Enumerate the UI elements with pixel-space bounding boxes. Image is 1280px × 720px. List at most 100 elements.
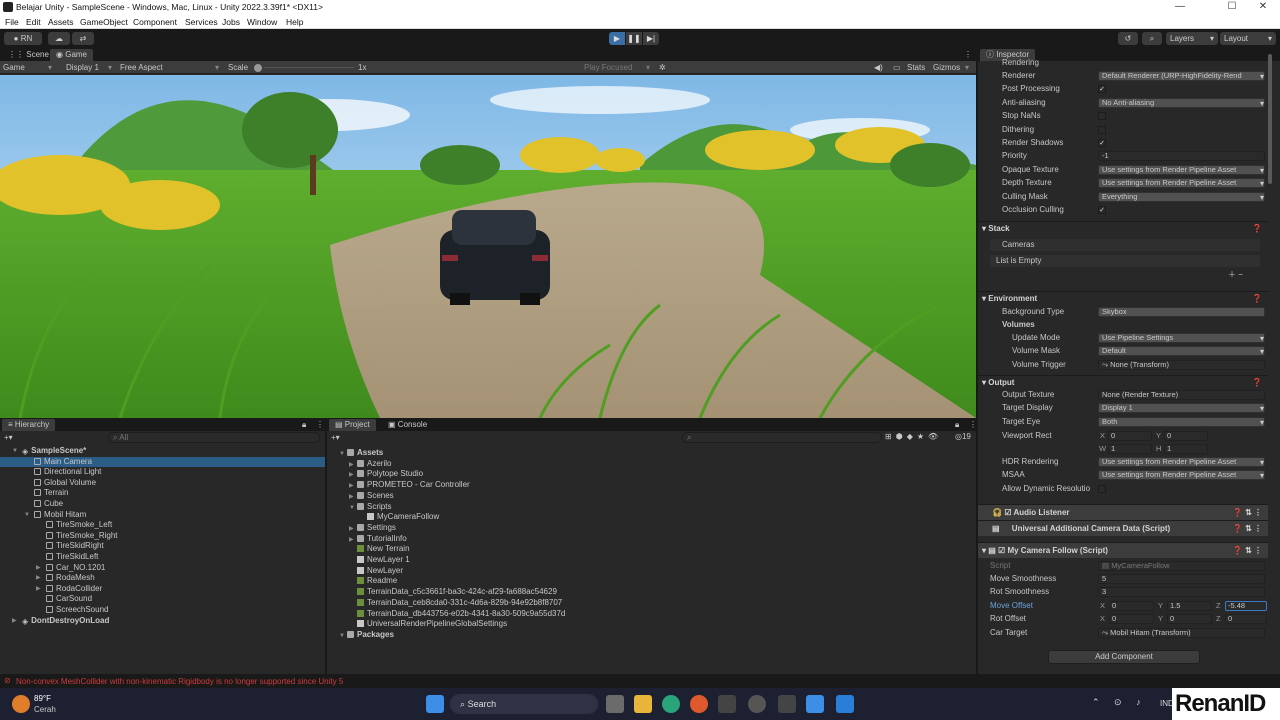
enabled-checkbox[interactable]: ☑ [998,546,1005,555]
search-button[interactable]: ⌕ [1142,32,1162,45]
move-offset-y-field[interactable]: 1.5 [1167,601,1212,611]
hierarchy-row[interactable]: ▼ Mobil Hitam [0,510,325,521]
stats-button[interactable]: Stats [907,63,925,72]
collapsed-arrow-icon[interactable]: ▶ [36,584,44,595]
file-explorer-icon[interactable] [634,695,652,713]
collapsed-arrow-icon[interactable]: ▶ [36,563,44,574]
hierarchy-row[interactable]: Cube [0,499,325,510]
minimize-button[interactable]: — [1160,1,1200,12]
hierarchy-row[interactable]: ▶ RodaCollider [0,584,325,595]
rot-offset-x-field[interactable]: 0 [1109,614,1154,624]
project-row[interactable]: ▼ Scripts [327,502,687,513]
project-row[interactable]: MyCameraFollow [327,512,687,523]
menu-assets[interactable]: Assets [48,17,74,27]
checkbox[interactable] [1098,112,1106,121]
project-row[interactable]: NewLayer [327,566,687,577]
dropdown[interactable]: Default Renderer (URP-HighFidelity-Rend [1098,71,1265,81]
dropdown[interactable]: Everything [1098,191,1265,202]
project-row[interactable]: ▼ Assets [327,448,687,459]
game-viewport[interactable] [0,75,976,418]
scale-slider-track[interactable] [264,67,354,68]
checkbox[interactable]: ✓ [1098,85,1106,94]
help-icon[interactable]: ❓ [1252,222,1262,236]
dropdown[interactable]: Display 1 [1098,403,1265,414]
tab-game[interactable]: ◉ Game [50,49,94,61]
help-icon[interactable]: ❓ [1252,376,1262,390]
windows-start-icon[interactable] [426,695,444,713]
project-search-input[interactable]: ⌕ [682,432,882,443]
project-row[interactable]: ▶ PROMETEO - Car Controller [327,480,687,491]
aspect-dropdown[interactable]: Free Aspect [120,63,163,72]
inspector-scrollbar[interactable] [1268,54,1272,184]
project-filter-icons[interactable]: ⊞⬢◆★👁 [885,432,942,443]
firefox-icon[interactable] [690,695,708,713]
hierarchy-row[interactable]: CarSound [0,594,325,605]
component-menu-icons[interactable]: ❓ ⇅ ⋮ [1233,521,1262,537]
step-button[interactable]: ▶| [643,32,659,45]
field[interactable]: -1 [1098,151,1265,162]
task-view-icon[interactable] [606,695,624,713]
environment-header[interactable]: ▾ Environment ❓ [978,291,1268,305]
dropdown[interactable]: Use settings from Render Pipeline Asset [1098,164,1265,175]
rot-offset-y-field[interactable]: 0 [1167,614,1212,624]
display-dropdown[interactable]: Display 1 [66,63,99,72]
output-header[interactable]: ▾ Output ❓ [978,375,1268,389]
pause-button[interactable]: ❚❚ [626,32,642,45]
audio-mute-icon[interactable]: ◀) [874,63,883,72]
rendering-header[interactable]: Rendering [978,57,1268,69]
create-asset-button[interactable]: +▾ [331,433,340,444]
expanded-arrow-icon[interactable]: ▼ [24,510,32,521]
tab-scene[interactable]: ⋮⋮ Scene [2,49,55,61]
hierarchy-row[interactable]: TireSkidRight [0,541,325,552]
stack-header[interactable]: ▾ Stack ❓ [978,221,1268,235]
checkbox[interactable]: ✓ [1098,139,1106,147]
checkbox[interactable]: ✓ [1098,206,1106,214]
dropdown[interactable]: No Anti-aliasing [1098,97,1265,108]
add-object-button[interactable]: +▾ [4,433,13,444]
menu-file[interactable]: File [5,17,19,27]
hierarchy-row[interactable]: ▶ ◈ DontDestroyOnLoad [0,616,325,627]
menu-services[interactable]: Services [185,17,218,27]
weather-icon[interactable] [12,695,30,713]
dropdown[interactable]: Use Pipeline Settings [1098,333,1265,343]
play-focused-dropdown[interactable]: Play Focused [584,63,632,72]
collab-button[interactable]: ⇄ [72,32,94,45]
unity-editor-icon[interactable] [778,695,796,713]
layers-dropdown[interactable]: Layers ▾ [1166,32,1218,45]
collapsed-arrow-icon[interactable]: ▶ [36,573,44,584]
unity-hub-icon[interactable] [718,695,736,713]
project-row[interactable]: New Terrain [327,544,687,555]
audio-listener-header[interactable]: 🎧︎ ☑ Audio Listener ❓ ⇅ ⋮ [978,504,1268,520]
menu-gameobject[interactable]: GameObject [80,17,128,27]
move-offset-z-field[interactable]: -5.48 [1225,601,1267,611]
project-row[interactable]: TerrainData_c5c3661f-ba3c-424c-af29-fa68… [327,587,687,598]
component-menu-icons[interactable]: ❓ ⇅ ⋮ [1233,543,1262,559]
checkbox[interactable] [1098,125,1106,134]
hierarchy-row[interactable]: TireSmoke_Right [0,531,325,542]
play-button[interactable]: ▶ [609,32,625,45]
collapsed-arrow-icon[interactable]: ▼ [339,631,347,642]
github-icon[interactable] [748,695,766,713]
hierarchy-row[interactable]: ▶ Car_NO.1201 [0,563,325,574]
vsync-icon[interactable]: ▭ [893,63,901,72]
account-button[interactable]: ● RN [4,32,42,45]
move-offset-x-field[interactable]: 0 [1109,601,1154,611]
project-row[interactable]: ▼ Packages [327,630,687,641]
field[interactable]: None (Render Texture) [1098,390,1265,400]
viewport-w-field[interactable]: 1 [1108,444,1152,454]
add-component-button[interactable]: Add Component [1048,650,1200,664]
status-message[interactable]: Non-convex MeshCollider with non-kinemat… [16,677,343,686]
viewport-y-field[interactable]: 0 [1164,431,1208,441]
viewport-x-field[interactable]: 0 [1108,431,1152,441]
status-bar[interactable]: ⊘ Non-convex MeshCollider with non-kinem… [0,674,1280,688]
collapsed-arrow-icon[interactable]: ▶ [12,616,20,627]
tab-project[interactable]: ▤ Project [329,419,376,431]
move-smoothness-field[interactable]: 5 [1098,574,1265,584]
hierarchy-row[interactable]: Terrain [0,488,325,499]
menu-window[interactable]: Window [247,17,277,27]
panel-menu-icon[interactable]: ⋮ [958,49,978,61]
project-row[interactable]: Readme [327,576,687,587]
hierarchy-row[interactable]: TireSkidLeft [0,552,325,563]
history-button[interactable]: ↺ [1118,32,1138,45]
background-type-dropdown[interactable]: Skybox [1098,307,1265,317]
